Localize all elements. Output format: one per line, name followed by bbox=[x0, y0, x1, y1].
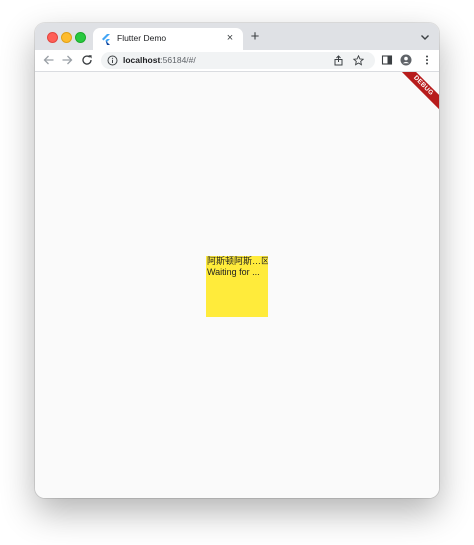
debug-banner-label: DEBUG bbox=[412, 74, 435, 97]
page-content: DEBUG 阿斯顿阿斯…⊠ Waiting for ... bbox=[35, 72, 439, 498]
tab-close-icon[interactable]: × bbox=[223, 31, 237, 45]
arrow-right-icon[interactable] bbox=[60, 53, 74, 67]
kebab-menu-icon[interactable] bbox=[421, 54, 433, 66]
box-text-line-1: 阿斯顿阿斯…⊠ bbox=[207, 256, 268, 266]
window-close-button[interactable] bbox=[47, 32, 58, 43]
tab-title: Flutter Demo bbox=[117, 33, 167, 43]
tab-flutter-demo[interactable]: Flutter Demo × bbox=[93, 28, 243, 51]
tab-strip: Flutter Demo × + bbox=[35, 23, 439, 51]
browser-window: Flutter Demo × + localhost:56184/#/ DEBU… bbox=[35, 23, 439, 498]
profile-icon[interactable] bbox=[400, 54, 412, 66]
browser-toolbar: localhost:56184/#/ bbox=[35, 50, 439, 72]
reload-icon[interactable] bbox=[80, 53, 94, 67]
window-maximize-button[interactable] bbox=[75, 32, 86, 43]
arrow-left-icon[interactable] bbox=[42, 53, 56, 67]
star-icon[interactable] bbox=[353, 55, 364, 66]
side-panel-icon[interactable] bbox=[381, 54, 393, 66]
flutter-logo-icon bbox=[102, 34, 110, 45]
share-icon[interactable] bbox=[333, 55, 344, 66]
url-text: localhost:56184/#/ bbox=[123, 55, 196, 65]
chevron-down-icon[interactable] bbox=[419, 31, 431, 43]
box-text-line-2: Waiting for ... bbox=[207, 267, 260, 277]
debug-banner: DEBUG bbox=[394, 72, 439, 115]
new-tab-button[interactable]: + bbox=[247, 29, 263, 45]
yellow-text-box: 阿斯顿阿斯…⊠ Waiting for ... bbox=[206, 256, 268, 317]
info-icon[interactable] bbox=[107, 55, 118, 66]
window-minimize-button[interactable] bbox=[61, 32, 72, 43]
address-bar[interactable]: localhost:56184/#/ bbox=[101, 52, 375, 69]
url-host: localhost bbox=[123, 55, 161, 65]
url-path: :56184/#/ bbox=[160, 55, 196, 65]
